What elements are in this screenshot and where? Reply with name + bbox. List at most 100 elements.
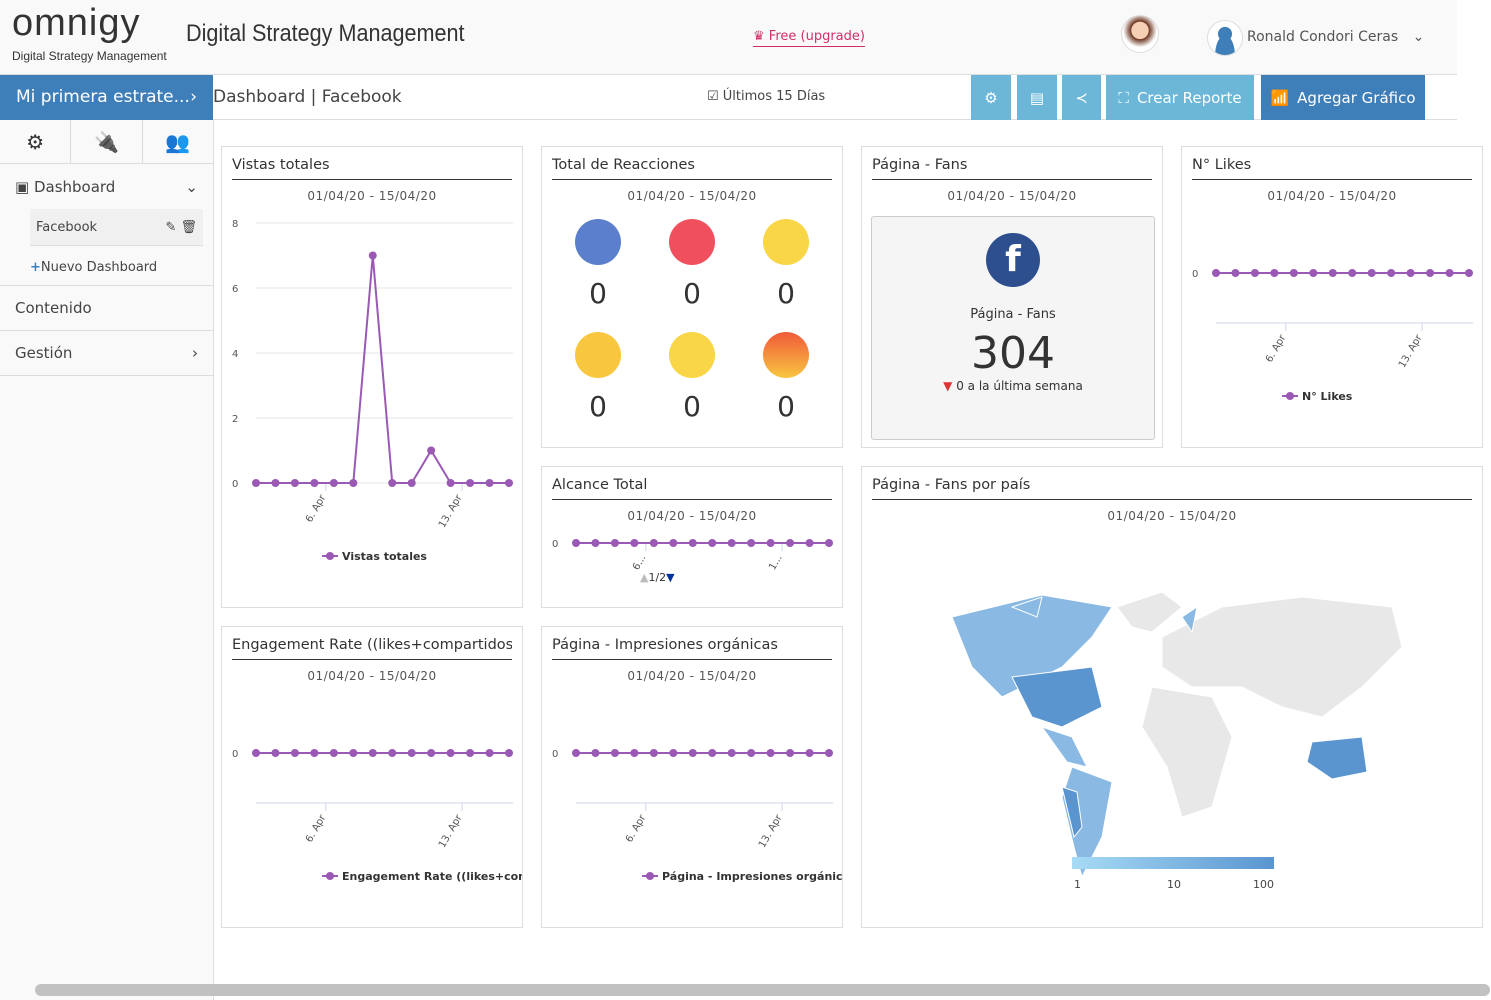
data-point[interactable] <box>669 749 678 757</box>
trash-icon[interactable]: 🗑 <box>180 220 197 235</box>
settings-button[interactable]: ⚙ <box>971 75 1011 120</box>
data-point[interactable] <box>747 539 756 547</box>
data-point[interactable] <box>388 749 397 757</box>
data-point[interactable] <box>1465 269 1473 277</box>
legend-item[interactable]: N° Likes <box>1302 390 1353 403</box>
data-point[interactable] <box>688 749 697 757</box>
data-point[interactable] <box>505 749 513 757</box>
data-point[interactable] <box>1387 269 1396 277</box>
pager-down-icon[interactable]: ▼ <box>666 571 674 584</box>
data-point[interactable] <box>271 749 280 757</box>
new-dashboard-link[interactable]: +Nuevo Dashboard <box>30 260 213 275</box>
data-point[interactable] <box>368 749 377 757</box>
horizontal-scrollbar[interactable] <box>35 984 1490 996</box>
data-point[interactable] <box>727 539 736 547</box>
data-point[interactable] <box>727 749 736 757</box>
data-point[interactable] <box>290 479 299 487</box>
data-point[interactable] <box>766 539 775 547</box>
data-point[interactable] <box>610 539 619 547</box>
share-button[interactable]: ≺ <box>1062 75 1101 120</box>
data-point[interactable] <box>630 539 639 547</box>
data-point[interactable] <box>485 479 494 487</box>
data-point[interactable] <box>630 749 639 757</box>
data-point[interactable] <box>1348 269 1357 277</box>
data-point[interactable] <box>591 749 600 757</box>
data-point[interactable] <box>446 479 455 487</box>
data-point[interactable] <box>591 539 600 547</box>
data-point[interactable] <box>669 539 678 547</box>
data-point[interactable] <box>349 749 358 757</box>
data-point[interactable] <box>290 749 299 757</box>
data-point[interactable] <box>766 749 775 757</box>
data-point[interactable] <box>252 479 260 487</box>
data-point[interactable] <box>572 539 580 547</box>
legend-item[interactable]: Engagement Rate ((likes+compartido... <box>342 870 587 883</box>
upgrade-link[interactable]: ♛ Free (upgrade) <box>753 29 865 47</box>
data-point[interactable] <box>786 749 795 757</box>
data-point[interactable] <box>349 479 358 487</box>
world-map[interactable] <box>862 547 1482 927</box>
data-point[interactable] <box>1406 269 1415 277</box>
data-point[interactable] <box>407 749 416 757</box>
add-chart-button[interactable]: 📶 Agregar Gráfico <box>1261 75 1425 120</box>
legend-item[interactable]: Página - Impresiones orgánicas <box>662 870 857 883</box>
data-point[interactable] <box>1309 269 1318 277</box>
team-tab[interactable]: 👥 <box>143 120 213 163</box>
data-point[interactable] <box>407 479 416 487</box>
create-report-button[interactable]: ⛶ Crear Reporte <box>1106 75 1254 120</box>
user-menu[interactable]: Ronald Condori Ceras ⌄ <box>1247 29 1424 45</box>
legend-item[interactable]: Vistas totales <box>342 550 427 563</box>
data-point[interactable] <box>485 749 494 757</box>
data-point[interactable] <box>446 749 455 757</box>
data-point[interactable] <box>825 749 833 757</box>
data-point[interactable] <box>1367 269 1376 277</box>
data-point[interactable] <box>310 749 319 757</box>
sidebar-item-management[interactable]: Gestión › <box>0 331 213 376</box>
data-point[interactable] <box>1445 269 1454 277</box>
layout-button[interactable]: ▤ <box>1017 75 1057 120</box>
data-point[interactable] <box>786 539 795 547</box>
edit-icon[interactable]: ✎ <box>165 220 176 235</box>
data-point[interactable] <box>805 749 814 757</box>
data-point[interactable] <box>466 479 475 487</box>
settings-tab[interactable]: ⚙ <box>0 120 72 163</box>
data-point[interactable] <box>466 749 475 757</box>
user-avatar[interactable] <box>1207 20 1243 56</box>
data-point[interactable] <box>271 479 280 487</box>
data-point[interactable] <box>329 479 338 487</box>
data-point[interactable] <box>708 749 717 757</box>
sidebar-item-dashboard[interactable]: ▣ Dashboard ⌄ <box>0 164 213 209</box>
data-point[interactable] <box>1212 269 1220 277</box>
strategy-selector[interactable]: Mi primera estrate... › <box>0 75 213 120</box>
data-point[interactable] <box>825 539 833 547</box>
data-point[interactable] <box>427 446 436 455</box>
data-point[interactable] <box>708 539 717 547</box>
data-point[interactable] <box>1270 269 1279 277</box>
sidebar-item-facebook[interactable]: Facebook ✎ 🗑 <box>30 209 203 246</box>
data-point[interactable] <box>688 539 697 547</box>
data-point[interactable] <box>505 479 513 487</box>
data-point[interactable] <box>649 539 658 547</box>
data-point[interactable] <box>805 539 814 547</box>
data-point[interactable] <box>1426 269 1435 277</box>
data-point[interactable] <box>1231 269 1240 277</box>
data-point[interactable] <box>1289 269 1298 277</box>
logo-subtitle: Digital Strategy Management <box>12 49 167 63</box>
data-point[interactable] <box>329 749 338 757</box>
date-range-selector[interactable]: ☑ Últimos 15 Días <box>707 89 825 104</box>
sidebar-item-content[interactable]: Contenido <box>0 286 213 331</box>
data-point[interactable] <box>310 479 319 487</box>
data-point[interactable] <box>388 479 397 487</box>
data-point[interactable] <box>610 749 619 757</box>
legend-pager[interactable]: ▲1/2▼ <box>640 571 675 584</box>
data-point[interactable] <box>747 749 756 757</box>
data-point[interactable] <box>572 749 580 757</box>
data-point[interactable] <box>368 251 377 260</box>
data-point[interactable] <box>252 749 260 757</box>
data-point[interactable] <box>427 749 436 757</box>
plug-tab[interactable]: 🔌 <box>71 120 143 163</box>
data-point[interactable] <box>1328 269 1337 277</box>
data-point[interactable] <box>649 749 658 757</box>
data-point[interactable] <box>1250 269 1259 277</box>
assistant-avatar[interactable] <box>1121 15 1159 53</box>
